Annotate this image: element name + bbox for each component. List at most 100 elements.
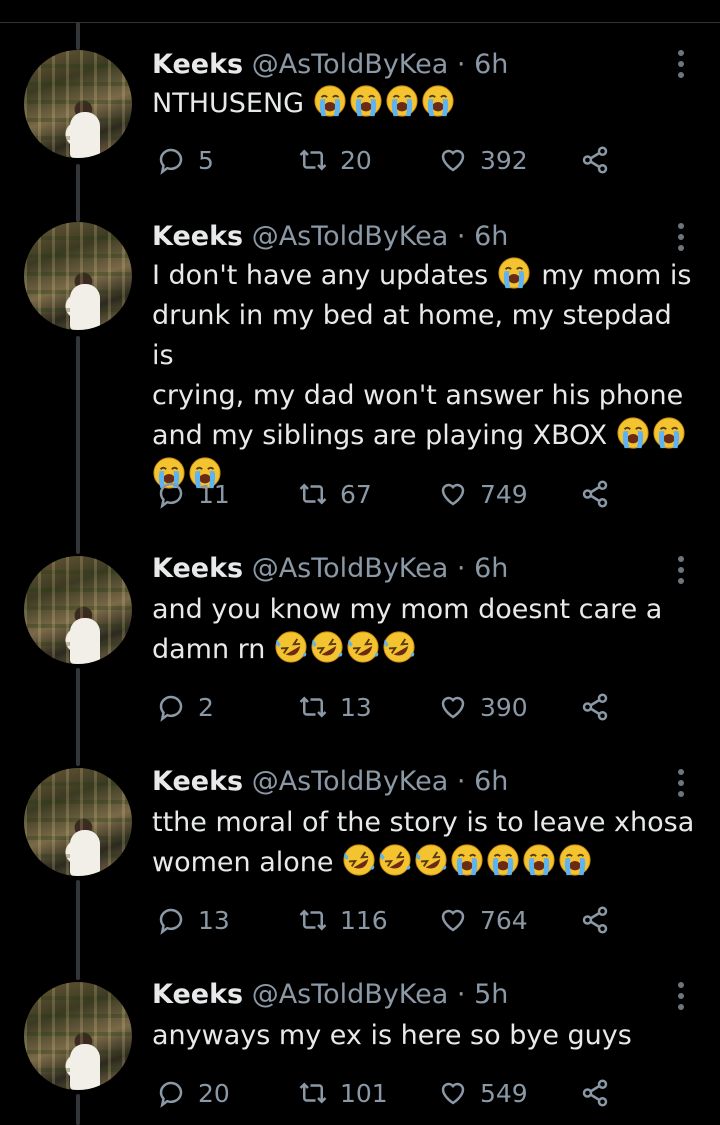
- thread-connector: [76, 336, 80, 554]
- heart-icon: [438, 145, 468, 175]
- avatar[interactable]: [24, 50, 132, 158]
- thread-connector: [76, 164, 80, 222]
- like-button[interactable]: 749: [438, 474, 528, 514]
- tweet-text-line: tthe moral of the story is to leave xhos…: [152, 807, 695, 838]
- tweet-header: Keeks @AsToldByKea · 6h: [152, 552, 508, 586]
- display-name[interactable]: Keeks: [152, 979, 243, 1010]
- reply-button[interactable]: 5: [156, 140, 214, 180]
- retweet-count: 13: [340, 692, 372, 722]
- retweet-button[interactable]: 13: [298, 687, 372, 727]
- thread-connector: [76, 668, 80, 766]
- tweet-text-line: I don't have any updates: [152, 260, 489, 291]
- loudly-crying-face-emoji: [522, 843, 556, 877]
- reply-count: 20: [198, 1078, 230, 1108]
- share-button[interactable]: [580, 900, 610, 940]
- tweet-text-line: anyways my ex is here so bye guys: [152, 1020, 632, 1051]
- avatar[interactable]: [24, 556, 132, 664]
- reply-count: 2: [198, 692, 214, 722]
- retweet-count: 116: [340, 905, 388, 935]
- reply-icon: [156, 905, 186, 935]
- display-name[interactable]: Keeks: [152, 553, 243, 584]
- retweet-button[interactable]: 67: [298, 474, 372, 514]
- rolling-on-floor-laughing-emoji: [274, 630, 308, 664]
- tweet-text-line: crying, my dad won't answer his phone: [152, 380, 684, 411]
- share-button[interactable]: [580, 687, 610, 727]
- rolling-on-floor-laughing-emoji: [342, 843, 376, 877]
- retweet-count: 101: [340, 1078, 388, 1108]
- tweet-text-line: and you know my mom doesnt care a: [152, 594, 663, 625]
- more-options-icon[interactable]: [672, 556, 690, 584]
- avatar[interactable]: [24, 982, 132, 1090]
- display-name[interactable]: Keeks: [152, 221, 243, 252]
- loudly-crying-face-emoji: [616, 416, 650, 450]
- share-button[interactable]: [580, 1073, 610, 1113]
- reply-count: 13: [198, 905, 230, 935]
- retweet-button[interactable]: 101: [298, 1073, 388, 1113]
- tweet-text: tthe moral of the story is to leave xhos…: [152, 803, 700, 883]
- share-button[interactable]: [580, 140, 610, 180]
- tweet-header: Keeks @AsToldByKea · 5h: [152, 978, 508, 1012]
- tweet-text-line: NTHUSENG: [152, 88, 305, 119]
- handle-and-time[interactable]: @AsToldByKea · 6h: [252, 766, 509, 797]
- reply-button[interactable]: 20: [156, 1073, 230, 1113]
- share-icon: [580, 692, 610, 722]
- loudly-crying-face-emoji: [385, 84, 419, 118]
- heart-icon: [438, 692, 468, 722]
- rolling-on-floor-laughing-emoji: [414, 843, 448, 877]
- loudly-crying-face-emoji: [652, 416, 686, 450]
- handle-and-time[interactable]: @AsToldByKea · 6h: [252, 553, 509, 584]
- reply-icon: [156, 692, 186, 722]
- display-name[interactable]: Keeks: [152, 766, 243, 797]
- retweet-icon: [298, 479, 328, 509]
- tweet-text-line: drunk in my bed at home, my stepdad is: [152, 300, 672, 371]
- more-options-icon[interactable]: [672, 982, 690, 1010]
- reply-count: 5: [198, 145, 214, 175]
- reply-button[interactable]: 13: [156, 900, 230, 940]
- share-button[interactable]: [580, 474, 610, 514]
- tweet-header: Keeks @AsToldByKea · 6h: [152, 765, 508, 799]
- more-options-icon[interactable]: [672, 50, 690, 78]
- loudly-crying-face-emoji: [421, 84, 455, 118]
- thread-connector: [76, 880, 80, 980]
- like-button[interactable]: 764: [438, 900, 528, 940]
- like-button[interactable]: 390: [438, 687, 528, 727]
- retweet-count: 67: [340, 479, 372, 509]
- loudly-crying-face-emoji: [497, 256, 531, 290]
- loudly-crying-face-emoji: [313, 84, 347, 118]
- like-count: 549: [480, 1078, 528, 1108]
- display-name[interactable]: Keeks: [152, 49, 243, 80]
- retweet-icon: [298, 1078, 328, 1108]
- tweet-text: anyways my ex is here so bye guys: [152, 1016, 700, 1056]
- reply-button[interactable]: 2: [156, 687, 214, 727]
- retweet-button[interactable]: 116: [298, 900, 388, 940]
- avatar[interactable]: [24, 768, 132, 876]
- heart-icon: [438, 1078, 468, 1108]
- rolling-on-floor-laughing-emoji: [310, 630, 344, 664]
- more-options-icon[interactable]: [672, 769, 690, 797]
- tweet-header: Keeks @AsToldByKea · 6h: [152, 220, 508, 254]
- like-count: 390: [480, 692, 528, 722]
- retweet-button[interactable]: 20: [298, 140, 372, 180]
- like-button[interactable]: 549: [438, 1073, 528, 1113]
- avatar[interactable]: [24, 222, 132, 330]
- share-icon: [580, 1078, 610, 1108]
- rolling-on-floor-laughing-emoji: [346, 630, 380, 664]
- tweet-text: I don't have any updates my mom is drunk…: [152, 256, 700, 496]
- top-divider: [0, 22, 720, 23]
- loudly-crying-face-emoji: [558, 843, 592, 877]
- rolling-on-floor-laughing-emoji: [382, 630, 416, 664]
- tweet-header: Keeks @AsToldByKea · 6h: [152, 48, 508, 82]
- like-button[interactable]: 392: [438, 140, 528, 180]
- handle-and-time[interactable]: @AsToldByKea · 6h: [252, 221, 509, 252]
- loudly-crying-face-emoji: [349, 84, 383, 118]
- tweet-text: NTHUSENG: [152, 84, 700, 124]
- tweet-text-line: my mom is: [541, 260, 692, 291]
- reply-button[interactable]: 11: [156, 474, 230, 514]
- retweet-icon: [298, 905, 328, 935]
- more-options-icon[interactable]: [672, 223, 690, 251]
- handle-and-time[interactable]: @AsToldByKea · 5h: [252, 979, 509, 1010]
- heart-icon: [438, 905, 468, 935]
- like-count: 749: [480, 479, 528, 509]
- tweet-text-line: damn rn: [152, 634, 266, 665]
- handle-and-time[interactable]: @AsToldByKea · 6h: [252, 49, 509, 80]
